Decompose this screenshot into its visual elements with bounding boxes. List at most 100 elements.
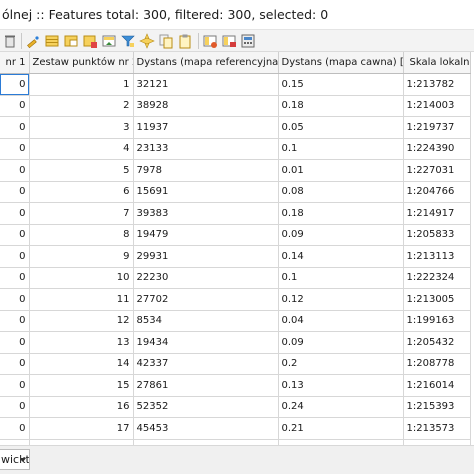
table-cell[interactable]: 0 bbox=[0, 331, 30, 354]
table-cell[interactable]: 3 bbox=[29, 116, 134, 139]
table-cell[interactable]: 15 bbox=[29, 374, 134, 397]
calculator-icon[interactable] bbox=[240, 33, 256, 49]
column-header[interactable]: Dystans (mapa referencyjna) [m] bbox=[133, 52, 279, 74]
table-cell[interactable]: 0.08 bbox=[278, 181, 404, 203]
column-header[interactable]: Zestaw punktów nr 2 bbox=[29, 52, 134, 74]
table-row[interactable]: 0 17 45453 0.21 1:213573 bbox=[0, 417, 471, 440]
table-cell[interactable]: 39383 bbox=[133, 202, 279, 225]
trash-icon[interactable] bbox=[2, 33, 18, 49]
table-cell[interactable]: 22230 bbox=[133, 267, 279, 289]
table-cell[interactable]: 19479 bbox=[133, 224, 279, 246]
table-cell[interactable]: 0 bbox=[0, 138, 30, 160]
invert-selection-icon[interactable] bbox=[63, 33, 79, 49]
column-header[interactable]: Dystans (mapa cawna) [m] bbox=[278, 52, 404, 74]
table-row[interactable]: 0 8 19479 0.09 1:205833 bbox=[0, 224, 471, 246]
table-cell[interactable]: 0 bbox=[0, 267, 30, 289]
table-cell[interactable]: 1:205833 bbox=[403, 224, 471, 246]
view-selector-button[interactable]: wickty bbox=[0, 449, 30, 470]
table-cell[interactable]: 1:199163 bbox=[403, 310, 471, 332]
table-cell[interactable]: 0 bbox=[0, 95, 30, 117]
table-row[interactable]: 0 7 39383 0.18 1:214917 bbox=[0, 202, 471, 225]
table-cell[interactable]: 16 bbox=[29, 396, 134, 418]
table-cell[interactable]: 0.2 bbox=[278, 353, 404, 375]
table-cell[interactable]: 11 bbox=[29, 288, 134, 311]
column-header[interactable]: Skala lokalna bbox=[403, 52, 471, 74]
table-cell[interactable]: 0 bbox=[0, 116, 30, 139]
table-cell[interactable]: 1:213573 bbox=[403, 417, 471, 440]
table-cell[interactable]: 0.01 bbox=[278, 159, 404, 182]
table-cell[interactable]: 42337 bbox=[133, 353, 279, 375]
table-cell[interactable]: 9 bbox=[29, 245, 134, 268]
table-cell[interactable]: 6 bbox=[29, 181, 134, 203]
zoom-to-selection-icon[interactable] bbox=[139, 33, 155, 49]
table-cell[interactable]: 11937 bbox=[133, 116, 279, 139]
paste-icon[interactable] bbox=[177, 33, 193, 49]
table-cell[interactable]: 15691 bbox=[133, 181, 279, 203]
table-cell[interactable]: 1:208778 bbox=[403, 353, 471, 375]
table-cell[interactable]: 0.18 bbox=[278, 95, 404, 117]
table-cell[interactable]: 0.09 bbox=[278, 331, 404, 354]
table-row[interactable]: 0 14 42337 0.2 1:208778 bbox=[0, 353, 471, 375]
table-cell[interactable]: 7 bbox=[29, 202, 134, 225]
table-row[interactable]: 0 6 15691 0.08 1:204766 bbox=[0, 181, 471, 203]
table-row[interactable]: 0 12 8534 0.04 1:199163 bbox=[0, 310, 471, 332]
table-cell[interactable]: 2 bbox=[29, 95, 134, 117]
table-cell[interactable]: 0.1 bbox=[278, 138, 404, 160]
table-cell[interactable]: 5 bbox=[29, 159, 134, 182]
table-cell[interactable]: 1 bbox=[29, 73, 134, 96]
table-cell[interactable]: 8534 bbox=[133, 310, 279, 332]
table-row[interactable]: 0 2 38928 0.18 1:214003 bbox=[0, 95, 471, 117]
table-cell[interactable]: 0 bbox=[0, 202, 30, 225]
table-cell[interactable]: 1:214917 bbox=[403, 202, 471, 225]
table-cell[interactable]: 27702 bbox=[133, 288, 279, 311]
table-cell[interactable]: 0.13 bbox=[278, 374, 404, 397]
move-to-top-icon[interactable] bbox=[101, 33, 117, 49]
table-cell[interactable]: 0 bbox=[0, 374, 30, 397]
table-cell[interactable]: 0 bbox=[0, 396, 30, 418]
select-all-icon[interactable] bbox=[44, 33, 60, 49]
table-cell[interactable]: 27861 bbox=[133, 374, 279, 397]
table-row[interactable]: 0 16 52352 0.24 1:215393 bbox=[0, 396, 471, 418]
table-cell[interactable]: 0 bbox=[0, 288, 30, 311]
table-cell[interactable]: 0 bbox=[0, 310, 30, 332]
table-cell[interactable]: 0.04 bbox=[278, 310, 404, 332]
table-cell[interactable]: 1:215393 bbox=[403, 396, 471, 418]
table-cell[interactable]: 13 bbox=[29, 331, 134, 354]
filter-icon[interactable] bbox=[120, 33, 136, 49]
table-cell[interactable]: 1:219737 bbox=[403, 116, 471, 139]
column-header[interactable]: nr 1 bbox=[0, 52, 30, 74]
table-cell[interactable]: 0.05 bbox=[278, 116, 404, 139]
table-row[interactable]: 0 13 19434 0.09 1:205432 bbox=[0, 331, 471, 354]
table-cell[interactable]: 0.12 bbox=[278, 288, 404, 311]
table-row[interactable]: 0 10 22230 0.1 1:222324 bbox=[0, 267, 471, 289]
table-cell[interactable]: 1:214003 bbox=[403, 95, 471, 117]
table-cell[interactable]: 0 bbox=[0, 417, 30, 440]
table-row[interactable]: 0 15 27861 0.13 1:216014 bbox=[0, 374, 471, 397]
table-cell[interactable]: 0.09 bbox=[278, 224, 404, 246]
table-cell[interactable]: 17 bbox=[29, 417, 134, 440]
table-cell[interactable]: 12 bbox=[29, 310, 134, 332]
table-cell[interactable]: 0.1 bbox=[278, 267, 404, 289]
table-cell[interactable]: 32121 bbox=[133, 73, 279, 96]
table-cell[interactable]: 1:224390 bbox=[403, 138, 471, 160]
table-cell[interactable]: 10 bbox=[29, 267, 134, 289]
table-row[interactable]: 0 3 11937 0.05 1:219737 bbox=[0, 116, 471, 139]
table-cell[interactable]: 0 bbox=[0, 159, 30, 182]
table-cell[interactable]: 0 bbox=[0, 224, 30, 246]
deselect-icon[interactable] bbox=[82, 33, 98, 49]
table-cell[interactable]: 8 bbox=[29, 224, 134, 246]
table-cell[interactable]: 52352 bbox=[133, 396, 279, 418]
delete-field-icon[interactable] bbox=[221, 33, 237, 49]
table-cell[interactable]: 23133 bbox=[133, 138, 279, 160]
table-cell[interactable]: 0 bbox=[0, 245, 30, 268]
table-cell[interactable]: 4 bbox=[29, 138, 134, 160]
table-cell[interactable]: 0.24 bbox=[278, 396, 404, 418]
table-cell[interactable]: 0 bbox=[0, 181, 30, 203]
table-cell[interactable]: 45453 bbox=[133, 417, 279, 440]
copy-icon[interactable] bbox=[158, 33, 174, 49]
table-cell[interactable]: 14 bbox=[29, 353, 134, 375]
table-cell[interactable]: 0.14 bbox=[278, 245, 404, 268]
table-cell[interactable]: 1:227031 bbox=[403, 159, 471, 182]
new-field-icon[interactable] bbox=[202, 33, 218, 49]
table-cell[interactable]: 0.18 bbox=[278, 202, 404, 225]
